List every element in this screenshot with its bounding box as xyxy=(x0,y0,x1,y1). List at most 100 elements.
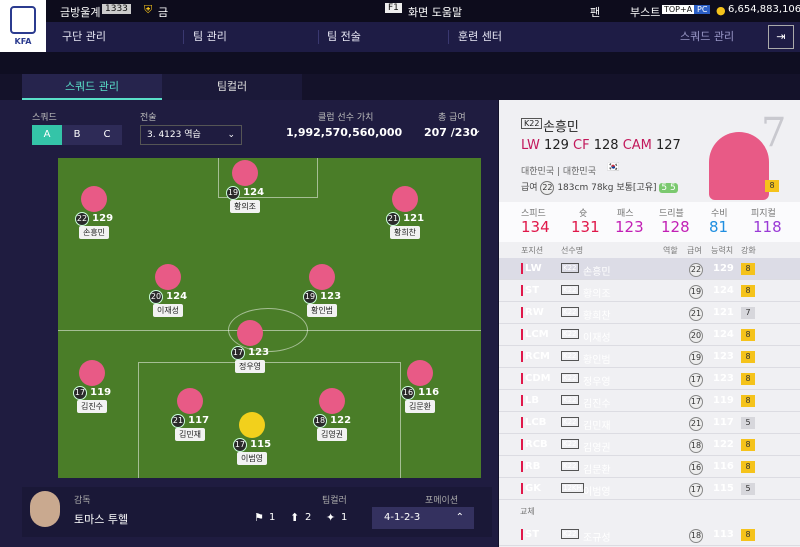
player-ovr: 121 xyxy=(403,213,425,224)
row-ovr: 115 xyxy=(713,483,734,494)
season-badge: K22 xyxy=(561,285,579,295)
pos: GK xyxy=(521,483,541,494)
table-row[interactable]: GK 12KH 이범영 17 115 5 xyxy=(499,478,800,500)
nav-divider xyxy=(448,30,449,44)
manager-name[interactable]: 토마스 투헬 xyxy=(74,511,128,527)
tactic-dropdown[interactable]: 3. 4123 역습 ⌄ xyxy=(140,125,242,145)
pc-badge: PC xyxy=(694,5,711,14)
player-avatar xyxy=(81,186,107,212)
salary-icon: 18 xyxy=(689,439,703,453)
manager-avatar xyxy=(30,491,60,527)
salary-icon: 17 xyxy=(689,373,703,387)
field-player[interactable]: 18 122 김영권 xyxy=(292,388,372,441)
season-badge: K22 xyxy=(561,395,579,405)
teamcolor-b: 2 xyxy=(305,512,312,523)
nav-training[interactable]: 훈련 센터 xyxy=(458,22,502,52)
enhance-badge: 8 xyxy=(741,329,755,341)
enhance-badge: 7 xyxy=(741,307,755,319)
pos: RCM xyxy=(521,351,550,362)
nav-team[interactable]: 팀 관리 xyxy=(193,22,227,52)
row-ovr: 122 xyxy=(713,439,734,450)
flag-icon: 🇰🇷 xyxy=(607,162,620,173)
boost-badge: TOP+A xyxy=(662,5,695,14)
tiger-crest-icon xyxy=(10,6,36,34)
row-ovr: 117 xyxy=(713,417,734,428)
enhance-badge: 8 xyxy=(741,439,755,451)
teamcolor-c: 1 xyxy=(341,512,348,523)
nav-club[interactable]: 구단 관리 xyxy=(62,22,106,52)
exit-icon[interactable]: ⇥ xyxy=(768,25,794,49)
salary-label: 총 급여 xyxy=(438,113,466,123)
field-player[interactable]: 21 121 황희찬 xyxy=(365,186,445,239)
table-row[interactable]: ST K22 조규성 18 113 8 xyxy=(499,524,800,546)
player-avatar xyxy=(237,320,263,346)
field-player[interactable]: 17 119 김진수 xyxy=(52,360,132,413)
formation-label: 포메이션 xyxy=(425,496,459,506)
field-player[interactable]: 19 123 황인범 xyxy=(282,264,362,317)
table-row[interactable]: LCB K22 김민재 21 117 5 xyxy=(499,412,800,434)
nav-current: 스쿼드 관리 xyxy=(680,30,735,43)
field-player[interactable]: 22 129 손흥민 xyxy=(54,186,134,239)
tab-teamcolor[interactable]: 팀컬러 xyxy=(162,74,302,100)
player-name: 김문환 xyxy=(404,400,436,413)
field-player[interactable]: 16 116 김문환 xyxy=(380,360,460,413)
field-player[interactable]: 17 115 이범영 xyxy=(212,412,292,465)
player-ovr: 123 xyxy=(248,347,270,358)
salary-icon: 18 xyxy=(689,529,703,543)
season-badge: K22 xyxy=(561,461,579,471)
bp-amount: 6,654,883,106 xyxy=(728,4,800,15)
table-row[interactable]: ST K22 황의조 19 124 8 xyxy=(499,280,800,302)
salary-icon: 19 xyxy=(689,351,703,365)
row-name: 조규성 xyxy=(583,533,611,544)
tab-squad[interactable]: 스쿼드 관리 xyxy=(22,74,162,100)
help-key[interactable]: F1 xyxy=(385,3,402,13)
salary-value: 207 /230 xyxy=(424,126,478,139)
player-name: 황희찬 xyxy=(389,226,421,239)
chevron-up-icon: ⌃ xyxy=(455,512,464,523)
row-ovr: 119 xyxy=(713,395,734,406)
row-name: 김진수 xyxy=(583,399,611,410)
chevron-down-icon[interactable]: ⌄ xyxy=(473,125,481,136)
pos: ST xyxy=(521,529,539,540)
manager-label: 감독 xyxy=(74,496,91,506)
season-badge: K22 xyxy=(521,118,543,129)
sub-label: 교체 xyxy=(520,507,535,516)
nav-tactics[interactable]: 팀 전술 xyxy=(327,22,361,52)
table-row[interactable]: LB K22 김진수 17 119 8 xyxy=(499,390,800,412)
row-name: 김민재 xyxy=(583,421,611,432)
player-avatar xyxy=(232,160,258,186)
pos: ST xyxy=(521,285,539,296)
tactic-value: 3. 4123 역습 xyxy=(147,130,201,140)
salary-icon: 19 xyxy=(689,285,703,299)
squad-b[interactable]: B xyxy=(62,125,92,145)
player-name: 황인범 xyxy=(306,304,338,317)
salary-icon: 21 xyxy=(689,417,703,431)
table-row[interactable]: RCB K22 김영권 18 122 8 xyxy=(499,434,800,456)
grade-icon: 19 xyxy=(225,186,240,200)
player-name: 이범영 xyxy=(236,452,268,465)
season-badge: K22 xyxy=(561,263,579,273)
salary-icon: 22 xyxy=(689,263,703,277)
help-label[interactable]: 화면 도움말 xyxy=(408,4,462,20)
grade-icon: 17 xyxy=(232,438,247,452)
field-player[interactable]: 19 124 황의조 xyxy=(205,160,285,213)
player-ovr: 124 xyxy=(243,187,265,198)
enhance-badge: 8 xyxy=(741,285,755,297)
squad-c[interactable]: C xyxy=(92,125,122,145)
table-row[interactable]: LCM K22 이재성 20 124 8 xyxy=(499,324,800,346)
formation-selector[interactable]: 4-1-2-3 ⌃ xyxy=(372,507,474,529)
field-player[interactable]: 20 124 이재성 xyxy=(128,264,208,317)
player-name: 김민재 xyxy=(174,428,206,441)
squad-a[interactable]: A xyxy=(32,125,62,145)
salary-icon: 20 xyxy=(689,329,703,343)
enhance-badge: 8 xyxy=(741,263,755,275)
table-row[interactable]: LW K22 손흥민 22 129 8 xyxy=(499,258,800,280)
table-row[interactable]: RW K22 황희찬 21 121 7 xyxy=(499,302,800,324)
row-name: 김문환 xyxy=(583,465,611,476)
player-ovr: 116 xyxy=(418,387,440,398)
table-row[interactable]: CDM K22 정우영 17 123 8 xyxy=(499,368,800,390)
player-name: 정우영 xyxy=(234,360,266,373)
table-row[interactable]: RCM K22 황인범 19 123 8 xyxy=(499,346,800,368)
field-player[interactable]: 17 123 정우영 xyxy=(210,320,290,373)
table-row[interactable]: RB K22 김문환 16 116 8 xyxy=(499,456,800,478)
